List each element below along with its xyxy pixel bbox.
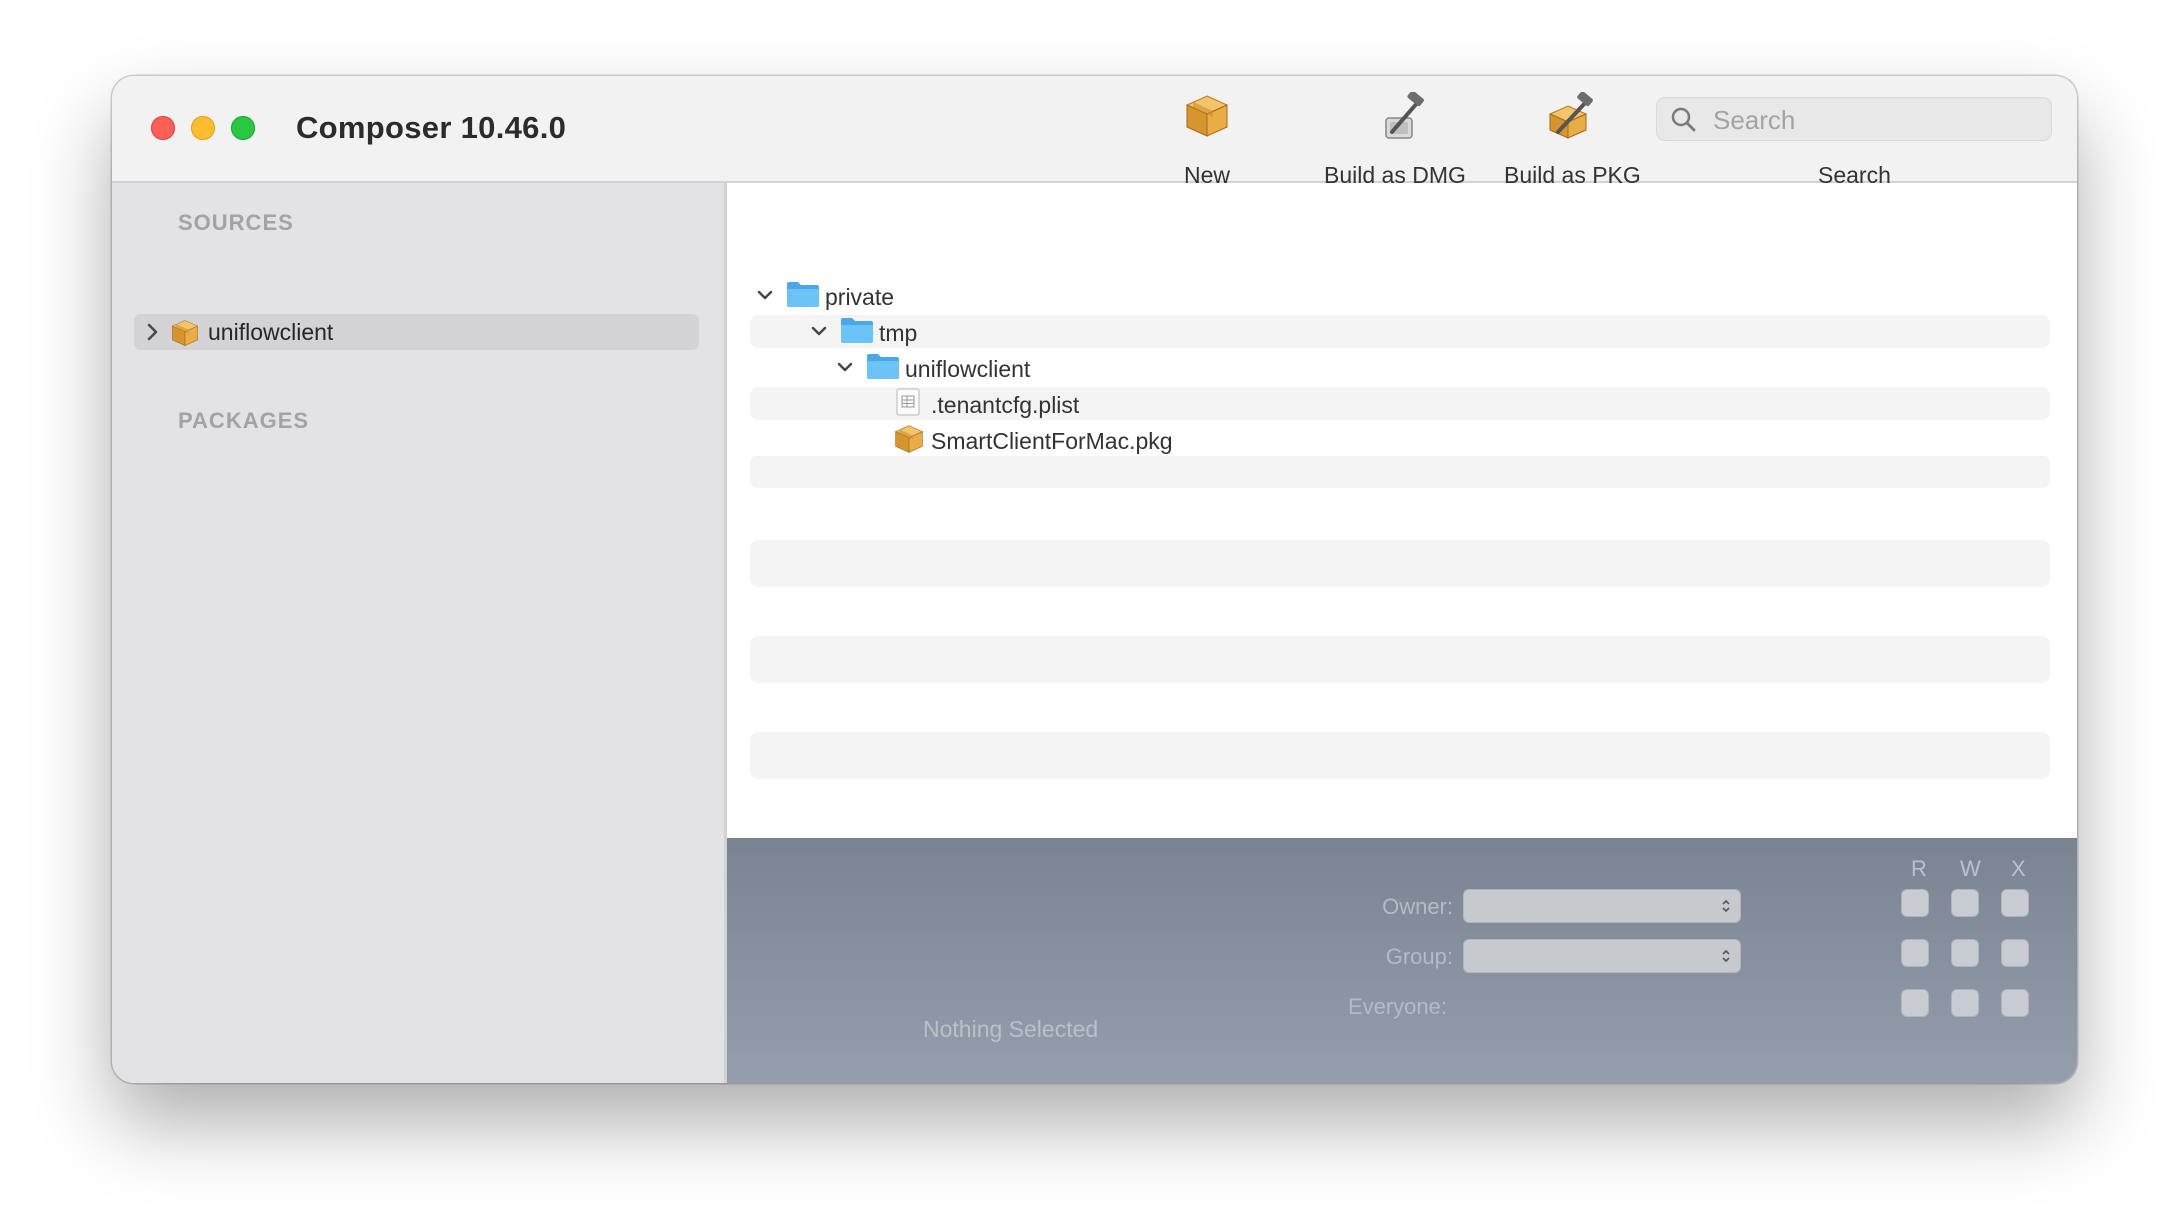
everyone-write-checkbox[interactable] bbox=[1951, 989, 1979, 1017]
chevron-down-icon[interactable] bbox=[836, 358, 854, 376]
everyone-execute-checkbox[interactable] bbox=[2001, 989, 2029, 1017]
minimize-window-button[interactable] bbox=[191, 116, 215, 140]
folder-icon bbox=[866, 351, 900, 381]
group-label: Group: bbox=[1385, 944, 1453, 969]
new-button[interactable]: New bbox=[1152, 92, 1262, 188]
execute-column-header: X bbox=[2011, 856, 2026, 881]
package-icon bbox=[170, 318, 200, 348]
folder-icon bbox=[786, 279, 820, 309]
packages-header: PACKAGES bbox=[178, 408, 310, 433]
everyone-read-checkbox[interactable] bbox=[1901, 989, 1929, 1017]
build-pkg-icon bbox=[1548, 92, 1593, 139]
selection-status: Nothing Selected bbox=[923, 1016, 1099, 1042]
tree-row bbox=[750, 782, 2050, 828]
search-input[interactable] bbox=[1711, 102, 2035, 138]
tree-row bbox=[750, 455, 2050, 488]
package-icon bbox=[1183, 92, 1231, 140]
titlebar: Composer 10.46.0 New Build as DMG Build … bbox=[112, 76, 2077, 188]
tree-row-tmp[interactable]: tmp bbox=[750, 315, 2050, 348]
read-column-header: R bbox=[1911, 856, 1927, 881]
chevron-updown-icon bbox=[1722, 899, 1730, 913]
tree-row bbox=[750, 590, 2050, 636]
plist-file-icon bbox=[896, 388, 920, 416]
tree-row bbox=[750, 636, 2050, 683]
permissions-panel: R W X Owner: Group: Everyone: Nothing Se… bbox=[727, 838, 2077, 1083]
tree-row-tenantcfg-plist[interactable]: .tenantcfg.plist bbox=[750, 387, 2050, 420]
tree-row bbox=[750, 540, 2050, 587]
chevron-down-icon[interactable] bbox=[810, 322, 828, 340]
package-icon bbox=[893, 423, 925, 455]
write-column-header: W bbox=[1960, 856, 1981, 881]
tree-row-uniflowclient[interactable]: uniflowclient bbox=[750, 351, 2050, 384]
tree-row bbox=[750, 494, 2050, 540]
app-window: Composer 10.46.0 New Build as DMG Build … bbox=[112, 76, 2077, 1083]
folder-icon bbox=[840, 315, 874, 345]
group-popup[interactable] bbox=[1463, 939, 1741, 973]
owner-popup[interactable] bbox=[1463, 889, 1741, 923]
sidebar-item-uniflowclient[interactable]: uniflowclient bbox=[134, 314, 699, 350]
build-dmg-icon bbox=[1385, 92, 1424, 139]
zoom-window-button[interactable] bbox=[231, 116, 255, 140]
tree-row-private[interactable]: private bbox=[750, 279, 2050, 312]
tree-row-label: .tenantcfg.plist bbox=[931, 392, 1080, 418]
window-title: Composer 10.46.0 bbox=[296, 110, 567, 145]
file-tree: private tmp uniflowclient .tenantcfg.pli… bbox=[727, 183, 2077, 838]
group-write-checkbox[interactable] bbox=[1951, 939, 1979, 967]
sidebar: SOURCES uniflowclient PACKAGES bbox=[112, 183, 727, 1083]
everyone-label: Everyone: bbox=[1347, 994, 1447, 1019]
sources-header: SOURCES bbox=[178, 210, 294, 235]
tree-row bbox=[750, 732, 2050, 779]
tree-row-label: uniflowclient bbox=[905, 356, 1031, 382]
sidebar-item-label: uniflowclient bbox=[208, 319, 334, 345]
group-read-checkbox[interactable] bbox=[1901, 939, 1929, 967]
close-window-button[interactable] bbox=[151, 116, 175, 140]
tree-row-smartclientformac-pkg[interactable]: SmartClientForMac.pkg bbox=[750, 423, 2050, 456]
owner-label: Owner: bbox=[1382, 894, 1453, 919]
tree-row-label: SmartClientForMac.pkg bbox=[931, 428, 1173, 454]
tree-row-label: private bbox=[825, 284, 895, 310]
build-as-pkg-button[interactable]: Build as PKG bbox=[1472, 92, 1672, 188]
group-execute-checkbox[interactable] bbox=[2001, 939, 2029, 967]
chevron-right-icon[interactable] bbox=[142, 320, 162, 344]
owner-read-checkbox[interactable] bbox=[1901, 889, 1929, 917]
owner-write-checkbox[interactable] bbox=[1951, 889, 1979, 917]
chevron-updown-icon bbox=[1722, 949, 1730, 963]
search-field[interactable] bbox=[1656, 97, 2052, 141]
tree-row bbox=[750, 686, 2050, 732]
tree-row-label: tmp bbox=[879, 320, 918, 346]
search-icon bbox=[1671, 107, 1696, 132]
owner-execute-checkbox[interactable] bbox=[2001, 889, 2029, 917]
chevron-down-icon[interactable] bbox=[756, 286, 774, 304]
